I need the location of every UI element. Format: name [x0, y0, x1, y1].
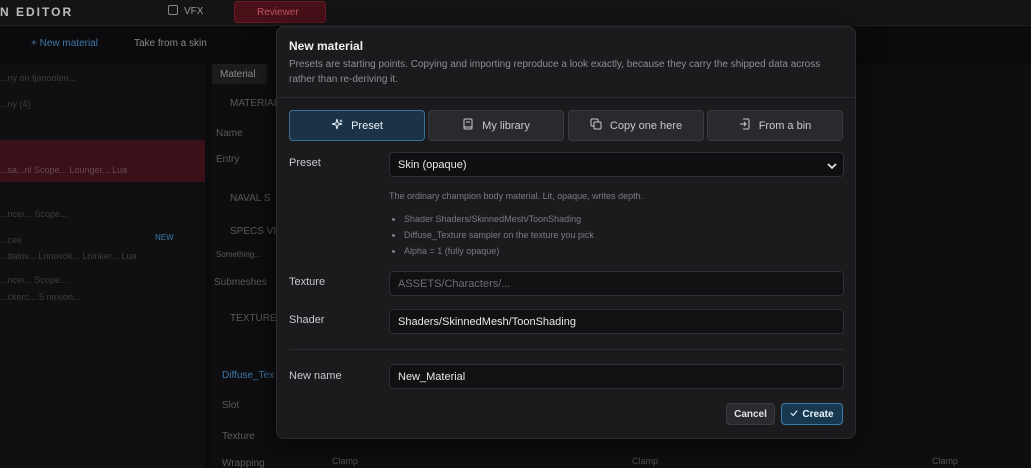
field-label: Texture [222, 431, 255, 442]
list-item[interactable]: ...ckerc... 5 nexion... [0, 292, 81, 302]
tab-from-a-bin-label: From a bin [758, 119, 812, 132]
texture-slot-link[interactable]: Diffuse_Tex [222, 370, 274, 381]
field-label: Entry [216, 154, 240, 165]
field-label: Slot [222, 400, 240, 411]
wrap-w-select[interactable]: Clamp [932, 456, 958, 466]
list-item: Alpha = 1 (fully opaque) [389, 246, 594, 262]
field-label: Something... [216, 250, 261, 259]
check-icon [790, 409, 799, 420]
tab-vfx[interactable]: VFX [168, 5, 203, 17]
new-material-button[interactable]: + New material [31, 38, 98, 49]
section-label: MATERIAL [230, 98, 280, 109]
divider [277, 97, 855, 98]
section-label: SPECS VI [230, 226, 277, 237]
new-badge: NEW [155, 233, 174, 242]
app-title: N EDITOR [0, 5, 74, 19]
tab-my-library-label: My library [482, 119, 530, 132]
sparkle-icon [331, 118, 344, 133]
tab-my-library[interactable]: My library [428, 110, 564, 141]
list-item[interactable]: ...ncer... Scope... [0, 209, 68, 219]
texture-input[interactable]: ASSETS/Characters/... [389, 271, 844, 296]
dialog-description: Presets are starting points. Copying and… [289, 59, 821, 85]
take-from-skin-button[interactable]: Take from a skin [134, 38, 207, 49]
preset-description: The ordinary champion body material. Lit… [389, 191, 644, 201]
divider [289, 349, 844, 350]
preset-label: Preset [289, 157, 321, 169]
texture-label: Texture [289, 276, 326, 288]
tab-preset-label: Preset [351, 119, 383, 132]
tab-vfx-label: VFX [184, 6, 204, 17]
wrap-mode-row: Clamp Clamp Clamp [320, 455, 1031, 468]
list-item[interactable]: ...ncer... Scope... [0, 275, 68, 285]
new-name-label: New name [289, 370, 342, 382]
vfx-icon [168, 5, 178, 15]
selected-list-item[interactable] [0, 140, 205, 182]
list-item: Diffuse_Texture sampler on the texture y… [389, 230, 594, 246]
preset-select[interactable]: Skin (opaque) [389, 152, 844, 177]
list-item[interactable]: ...sa...nl Scope... Lounger... Lua [0, 165, 127, 175]
preset-select-value: Skin (opaque) [398, 159, 467, 171]
list-item[interactable]: ...ny (4) [0, 99, 31, 109]
dialog-title: New material [289, 39, 364, 53]
tab-copy-one-here[interactable]: Copy one here [568, 110, 704, 141]
list-item[interactable]: ...cee [0, 235, 22, 245]
field-label: Wrapping [222, 458, 265, 468]
shader-input[interactable]: Shaders/SkinnedMesh/ToonShading [389, 309, 844, 334]
section-label: TEXTURE [230, 313, 277, 324]
create-button-label: Create [802, 408, 834, 420]
tab-from-a-bin[interactable]: From a bin [707, 110, 843, 141]
list-item[interactable]: ...dalov... Lnnovok... Loinker... Lua [0, 251, 136, 261]
section-label: NAVAL S [230, 193, 271, 204]
source-tabs: Preset My library Copy one here From a b… [289, 110, 844, 142]
tab-reviewer[interactable]: Reviewer [234, 1, 326, 23]
chevron-down-icon [827, 161, 837, 170]
cancel-button[interactable]: Cancel [726, 403, 775, 425]
field-label: Name [216, 128, 243, 139]
tab-preset[interactable]: Preset [289, 110, 425, 141]
new-material-dialog: New material Presets are starting points… [276, 26, 856, 439]
field-label: Submeshes [214, 277, 267, 288]
new-name-input[interactable]: New_Material [389, 364, 844, 389]
create-button[interactable]: Create [781, 403, 843, 425]
shader-label: Shader [289, 314, 325, 326]
tab-material[interactable]: Material [212, 64, 267, 84]
copy-icon [590, 118, 602, 133]
material-list-sidebar [0, 64, 205, 468]
import-icon [739, 118, 751, 133]
wrap-v-select[interactable]: Clamp [632, 456, 658, 466]
book-icon [462, 118, 474, 133]
list-item: Shader Shaders/SkinnedMesh/ToonShading [389, 214, 594, 230]
preset-details-list: Shader Shaders/SkinnedMesh/ToonShading D… [389, 214, 594, 262]
tab-copy-one-here-label: Copy one here [609, 119, 683, 132]
list-item[interactable]: ...ny on fjanoolen... [0, 73, 76, 83]
wrap-u-select[interactable]: Clamp [332, 456, 358, 466]
top-bar [0, 0, 1031, 26]
